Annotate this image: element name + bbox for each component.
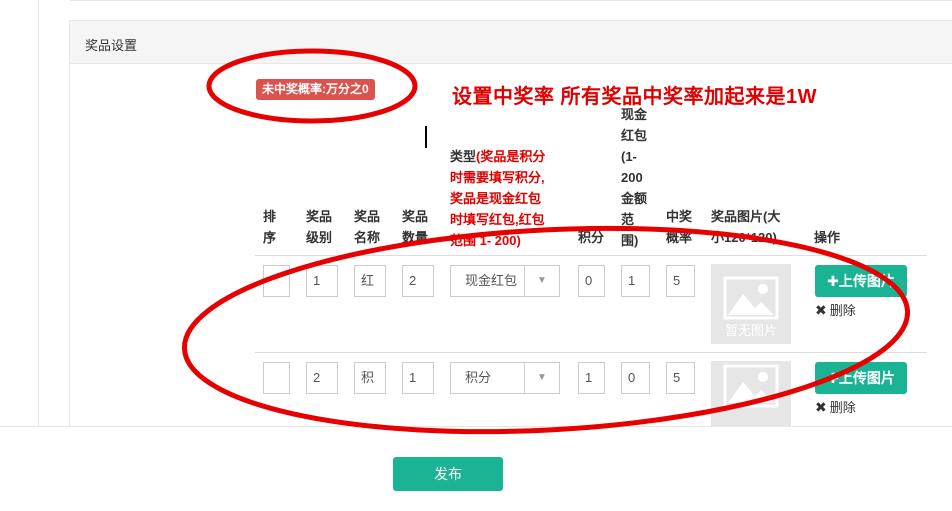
prize-image-placeholder [711, 361, 791, 426]
image-icon [723, 276, 779, 320]
chevron-down-icon: ▼ [524, 363, 559, 393]
rate-input[interactable]: 5 [666, 265, 695, 297]
image-icon [723, 364, 779, 408]
header-rate: 中奖 概率 [666, 209, 693, 245]
header-type: 类型(奖品是积分 时需要填写积分, 奖品是现金红包 时填写红包,红包 范围 1-… [450, 149, 546, 248]
cash-input[interactable]: 1 [621, 265, 650, 297]
header-name: 奖品 名称 [354, 209, 381, 245]
text-cursor [425, 126, 427, 148]
prize-image-placeholder: 暂无图片 [711, 264, 791, 344]
rate-input[interactable]: 5 [666, 362, 695, 394]
no-win-probability-badge: 未中奖概率:万分之0 [256, 79, 375, 100]
upload-image-button[interactable]: ✚ 上传图片 [815, 265, 907, 297]
header-cash: 现金 红包 (1- 200 金额范 围) [621, 107, 648, 248]
type-select-value: 积分 [465, 370, 492, 385]
header-action: 操作 [814, 230, 841, 245]
quantity-input[interactable]: 1 [402, 362, 434, 394]
top-strip [0, 0, 952, 16]
header-level: 奖品 级别 [306, 209, 333, 245]
bottom-bar: 发布 [0, 426, 952, 511]
delete-link[interactable]: ✖ 删除 [815, 397, 856, 416]
level-input[interactable]: 2 [306, 362, 338, 394]
name-input[interactable]: 红 [354, 265, 386, 297]
delete-link[interactable]: ✖ 删除 [815, 300, 856, 319]
type-select[interactable]: 现金红包 ▼ [450, 265, 560, 297]
plus-icon: ✚ [827, 369, 839, 386]
points-input[interactable]: 1 [578, 362, 605, 394]
points-input[interactable]: 0 [578, 265, 605, 297]
row-divider [255, 352, 927, 353]
header-quantity: 奖品 数量 [402, 209, 429, 245]
panel-heading: 奖品设置 [70, 21, 952, 64]
panel-title: 奖品设置 [85, 38, 138, 53]
level-input[interactable]: 1 [306, 265, 338, 297]
header-image: 奖品图片(大 小120*120) [711, 209, 781, 245]
close-icon: ✖ [815, 399, 827, 415]
close-icon: ✖ [815, 302, 827, 318]
sort-input[interactable] [263, 362, 290, 394]
header-divider [255, 255, 927, 256]
chevron-down-icon: ▼ [524, 266, 559, 296]
quantity-input[interactable]: 2 [402, 265, 434, 297]
name-input[interactable]: 积 [354, 362, 386, 394]
header-sort: 排序 [263, 209, 277, 245]
sort-input[interactable] [263, 265, 290, 297]
publish-button[interactable]: 发布 [393, 457, 503, 491]
left-rail [38, 0, 39, 426]
upload-image-button[interactable]: ✚ 上传图片 [815, 362, 907, 394]
header-points: 积分 [578, 230, 605, 245]
type-select-value: 现金红包 [465, 273, 518, 288]
plus-icon: ✚ [827, 272, 839, 289]
type-select[interactable]: 积分 ▼ [450, 362, 560, 394]
cash-input[interactable]: 0 [621, 362, 650, 394]
